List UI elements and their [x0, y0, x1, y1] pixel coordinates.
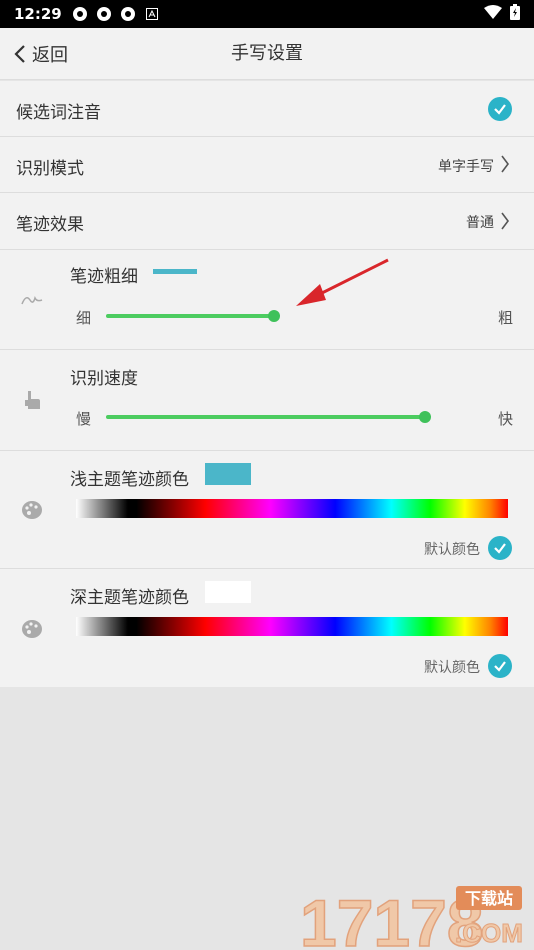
thickness-title: 笔迹粗细 — [70, 267, 138, 287]
pinyin-checked-icon[interactable] — [488, 97, 512, 121]
dark-default-checked-icon[interactable] — [488, 654, 512, 678]
speed-slider-fill[interactable] — [106, 415, 424, 419]
palette-icon — [20, 498, 44, 522]
stroke-thickness-section: 笔迹粗细 细 粗 — [0, 250, 534, 350]
app-notification-icon — [72, 6, 88, 22]
pinyin-label: 候选词注音 — [16, 103, 101, 123]
thickness-max-label: 粗 — [498, 309, 514, 327]
palette-icon — [20, 617, 44, 641]
speed-max-label: 快 — [498, 410, 514, 428]
thickness-preview-swatch — [153, 269, 197, 274]
recognition-speed-section: 识别速度 慢 快 — [0, 350, 534, 451]
watermark-site: 下载站 — [465, 889, 513, 908]
a-notification-icon — [144, 6, 160, 22]
status-bar: 12:29 — [0, 0, 534, 28]
app-notification-icon — [120, 6, 136, 22]
light-theme-color-section: 浅主题笔迹颜色 默认颜色 — [0, 451, 534, 569]
light-default-color-label: 默认颜色 — [424, 542, 480, 558]
dark-default-color-label: 默认颜色 — [424, 660, 480, 676]
dark-color-palette-bar[interactable] — [76, 617, 508, 636]
page-title: 手写设置 — [231, 43, 303, 64]
stroke-effect-label: 笔迹效果 — [16, 215, 84, 235]
chevron-left-icon — [14, 45, 25, 63]
speed-title: 识别速度 — [70, 369, 138, 389]
dark-theme-color-section: 深主题笔迹颜色 默认颜色 — [0, 569, 534, 687]
hand-pointer-icon — [20, 388, 44, 412]
light-color-palette-bar[interactable] — [76, 499, 508, 518]
speed-slider-thumb[interactable] — [419, 411, 431, 423]
watermark-domain: .COM — [455, 918, 523, 948]
stroke-effect-value: 普通 — [466, 215, 494, 231]
thickness-min-label: 细 — [76, 309, 92, 327]
app-notification-icon — [96, 6, 112, 22]
status-time: 12:29 — [14, 5, 62, 23]
pinyin-setting-row[interactable]: 候选词注音 — [0, 81, 534, 137]
light-default-checked-icon[interactable] — [488, 536, 512, 560]
battery-icon — [510, 4, 520, 24]
light-color-title: 浅主题笔迹颜色 — [70, 470, 189, 490]
recognition-mode-value: 单字手写 — [438, 159, 494, 175]
thickness-slider-thumb[interactable] — [268, 310, 280, 322]
dark-color-swatch — [205, 581, 251, 603]
recognition-mode-label: 识别模式 — [16, 159, 84, 179]
stroke-squiggle-icon — [20, 288, 44, 312]
site-watermark: 17178 下载站 .COM — [298, 880, 528, 950]
dark-color-title: 深主题笔迹颜色 — [70, 588, 189, 608]
top-navigation-bar: 返回 手写设置 — [0, 28, 534, 80]
stroke-effect-row[interactable]: 笔迹效果 普通 — [0, 193, 534, 250]
chevron-right-icon — [501, 212, 509, 230]
speed-min-label: 慢 — [76, 410, 92, 428]
red-annotation-arrow-icon — [296, 258, 389, 306]
recognition-mode-row[interactable]: 识别模式 单字手写 — [0, 137, 534, 193]
thickness-slider-fill[interactable] — [106, 314, 274, 318]
light-color-swatch — [205, 463, 251, 485]
wifi-icon — [484, 5, 502, 23]
back-label: 返回 — [32, 45, 68, 66]
back-button[interactable]: 返回 — [14, 28, 68, 80]
chevron-right-icon — [501, 155, 509, 173]
